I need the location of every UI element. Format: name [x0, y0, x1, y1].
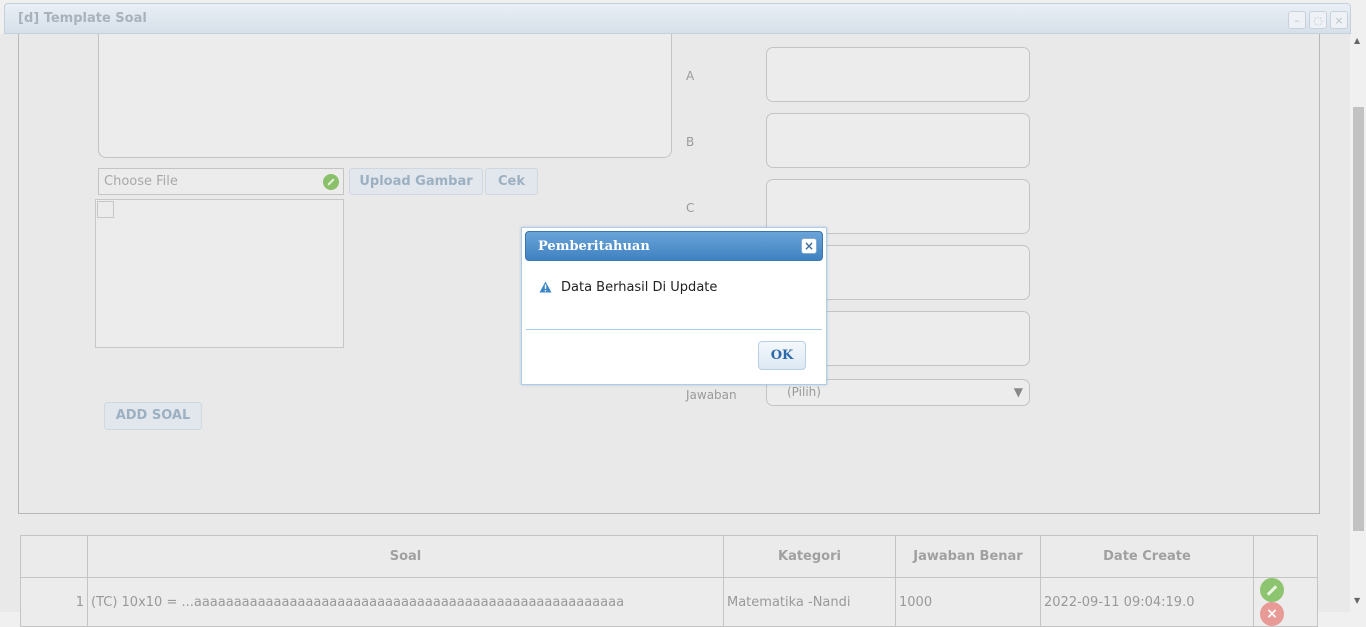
scroll-up-icon[interactable]: ▲	[1354, 36, 1360, 45]
scroll-down-icon[interactable]: ▼	[1354, 596, 1360, 605]
restore-icon[interactable]: ◌	[1309, 11, 1327, 29]
col-no[interactable]	[20, 535, 88, 578]
warning-icon	[539, 281, 552, 293]
option-label-c: C	[686, 201, 695, 215]
dialog-message: Data Berhasil Di Update	[561, 280, 718, 295]
file-placeholder: Choose File	[104, 174, 178, 189]
soal-table: Soal Kategori Jawaban Benar Date Create …	[20, 535, 1318, 627]
option-c-field[interactable]	[766, 179, 1030, 234]
file-input[interactable]: Choose File	[98, 168, 344, 195]
add-soal-button[interactable]: ADD SOAL	[104, 402, 202, 430]
col-date[interactable]: Date Create	[1040, 535, 1254, 578]
row-actions: ×	[1253, 577, 1318, 627]
notification-dialog: Pemberitahuan × Data Berhasil Di Update …	[521, 227, 827, 385]
delete-icon[interactable]: ×	[1260, 602, 1284, 626]
col-soal[interactable]: Soal	[87, 535, 724, 578]
upload-image-button[interactable]: Upload Gambar	[349, 168, 483, 195]
minimize-icon[interactable]: –	[1288, 11, 1306, 29]
col-jawaban[interactable]: Jawaban Benar	[895, 535, 1041, 578]
edit-icon[interactable]	[1260, 578, 1284, 602]
close-icon[interactable]: ×	[1330, 11, 1348, 29]
attach-icon[interactable]	[323, 174, 339, 190]
image-preview	[95, 199, 344, 348]
select-value: (Pilih)	[787, 385, 821, 399]
dialog-divider	[526, 329, 822, 330]
dialog-title: Pemberitahuan	[538, 239, 650, 254]
image-checkbox[interactable]	[97, 201, 114, 218]
kunci-label-line2: Jawaban	[686, 388, 737, 402]
table-row[interactable]: 1 (TC) 10x10 = ...aaaaaaaaaaaaaaaaaaaaaa…	[20, 577, 1318, 627]
option-label-a: A	[686, 69, 695, 83]
row-no: 1	[20, 577, 88, 627]
dialog-header: Pemberitahuan ×	[525, 231, 823, 261]
window-title: [d] Template Soal	[18, 11, 147, 26]
close-icon[interactable]: ×	[801, 238, 817, 254]
row-jawaban: 1000	[895, 577, 1041, 627]
chevron-down-icon: ▼	[1013, 385, 1023, 399]
option-label-b: B	[686, 135, 695, 149]
option-a-field[interactable]	[766, 47, 1030, 102]
cek-button[interactable]: Cek	[485, 168, 538, 195]
row-date: 2022-09-11 09:04:19.0	[1040, 577, 1254, 627]
col-actions	[1253, 535, 1318, 578]
table-header: Soal Kategori Jawaban Benar Date Create	[20, 535, 1318, 578]
window-titlebar: [d] Template Soal – ◌ ×	[4, 3, 1351, 34]
vertical-scrollbar[interactable]: ▲ ▼	[1351, 34, 1366, 612]
row-kategori: Matematika -Nandi	[723, 577, 896, 627]
option-b-field[interactable]	[766, 113, 1030, 168]
question-textarea[interactable]	[98, 34, 672, 158]
scroll-thumb[interactable]	[1353, 107, 1364, 531]
ok-button[interactable]: OK	[758, 341, 806, 370]
col-kategori[interactable]: Kategori	[723, 535, 896, 578]
row-soal: (TC) 10x10 = ...aaaaaaaaaaaaaaaaaaaaaaaa…	[87, 577, 724, 627]
